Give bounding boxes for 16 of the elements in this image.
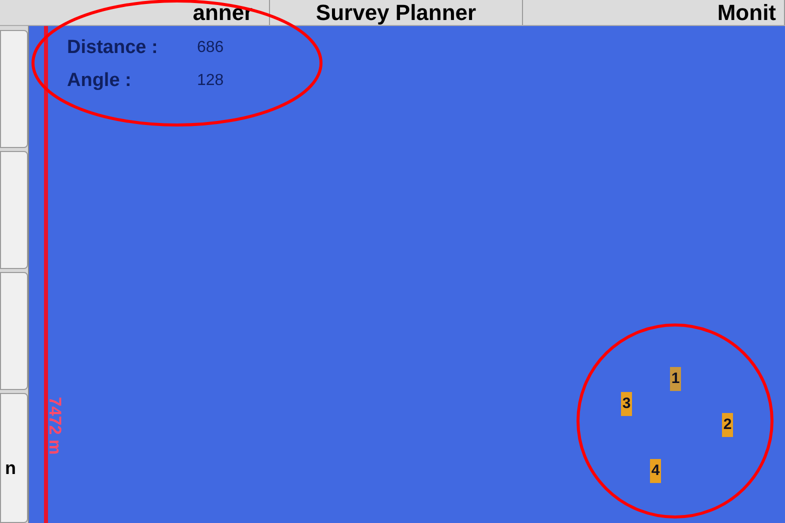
tab[interactable]: anner xyxy=(0,0,270,25)
vessel-marker: 2 xyxy=(722,413,733,437)
tab[interactable]: Monit xyxy=(523,0,785,25)
side-button[interactable] xyxy=(0,272,28,390)
scale-label: 7472 m xyxy=(44,396,66,457)
side-button[interactable]: n xyxy=(0,393,28,523)
readout-label: Angle : xyxy=(67,68,132,92)
side-button[interactable] xyxy=(0,151,28,269)
readout-value: 686 xyxy=(197,38,224,58)
side-button[interactable] xyxy=(0,30,28,148)
readout-label: Distance : xyxy=(67,36,159,60)
vessel-marker: 4 xyxy=(650,459,661,483)
vessel-marker: 1 xyxy=(670,367,681,391)
vessel-marker: 3 xyxy=(621,392,632,416)
tab[interactable]: Survey Planner xyxy=(270,0,524,25)
readout-value: 128 xyxy=(197,70,224,91)
